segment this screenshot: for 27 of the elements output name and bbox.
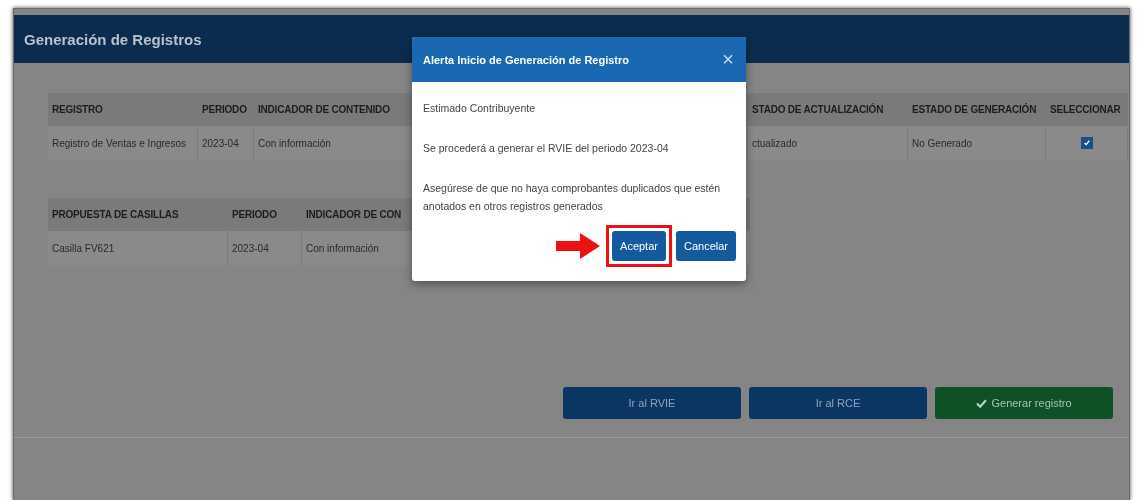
table-cell: Casilla FV621: [48, 231, 228, 265]
dialog-button[interactable]: Aceptar: [612, 231, 666, 262]
column-header: REGISTRO: [48, 93, 198, 126]
generate-button[interactable]: Generar registro: [935, 387, 1113, 419]
navigate-button[interactable]: Ir al RCE: [749, 387, 927, 419]
pointer-arrow-icon: [556, 233, 601, 260]
navigate-button[interactable]: Ir al RVIE: [563, 387, 741, 419]
close-button[interactable]: ×: [720, 48, 736, 71]
dialog-button[interactable]: Cancelar: [675, 231, 736, 262]
column-header: ESTADO DE GENERACIÓN: [908, 93, 1046, 126]
dialog-message: Se procederá a generar el RVIE del periodo 2023-04: [423, 140, 670, 156]
dialog-message: Estimado Contribuyente: [423, 101, 537, 116]
column-header: PERIODO: [198, 93, 254, 126]
column-header: PERIODO: [228, 198, 302, 231]
checkmark-icon: [976, 398, 988, 408]
table-cell: 2023-04: [198, 126, 254, 160]
table-cell: No Generado: [908, 126, 1046, 160]
table-cell: Registro de Ventas e Ingresos: [48, 126, 198, 160]
table-cell: ctualizado: [748, 126, 908, 160]
panel-title: Generación de Registros: [24, 30, 202, 48]
select-checkbox[interactable]: [1080, 137, 1093, 149]
dialog-title: Alerta Inicio de Generación de Registro: [423, 53, 629, 66]
column-header: PROPUESTA DE CASILLAS: [48, 198, 228, 231]
checkmark-icon: [1082, 139, 1091, 147]
column-header: STADO DE ACTUALIZACIÓN: [748, 93, 908, 126]
table-cell: 2023-04: [228, 231, 302, 265]
column-header: SELECCIONAR: [1046, 93, 1128, 126]
